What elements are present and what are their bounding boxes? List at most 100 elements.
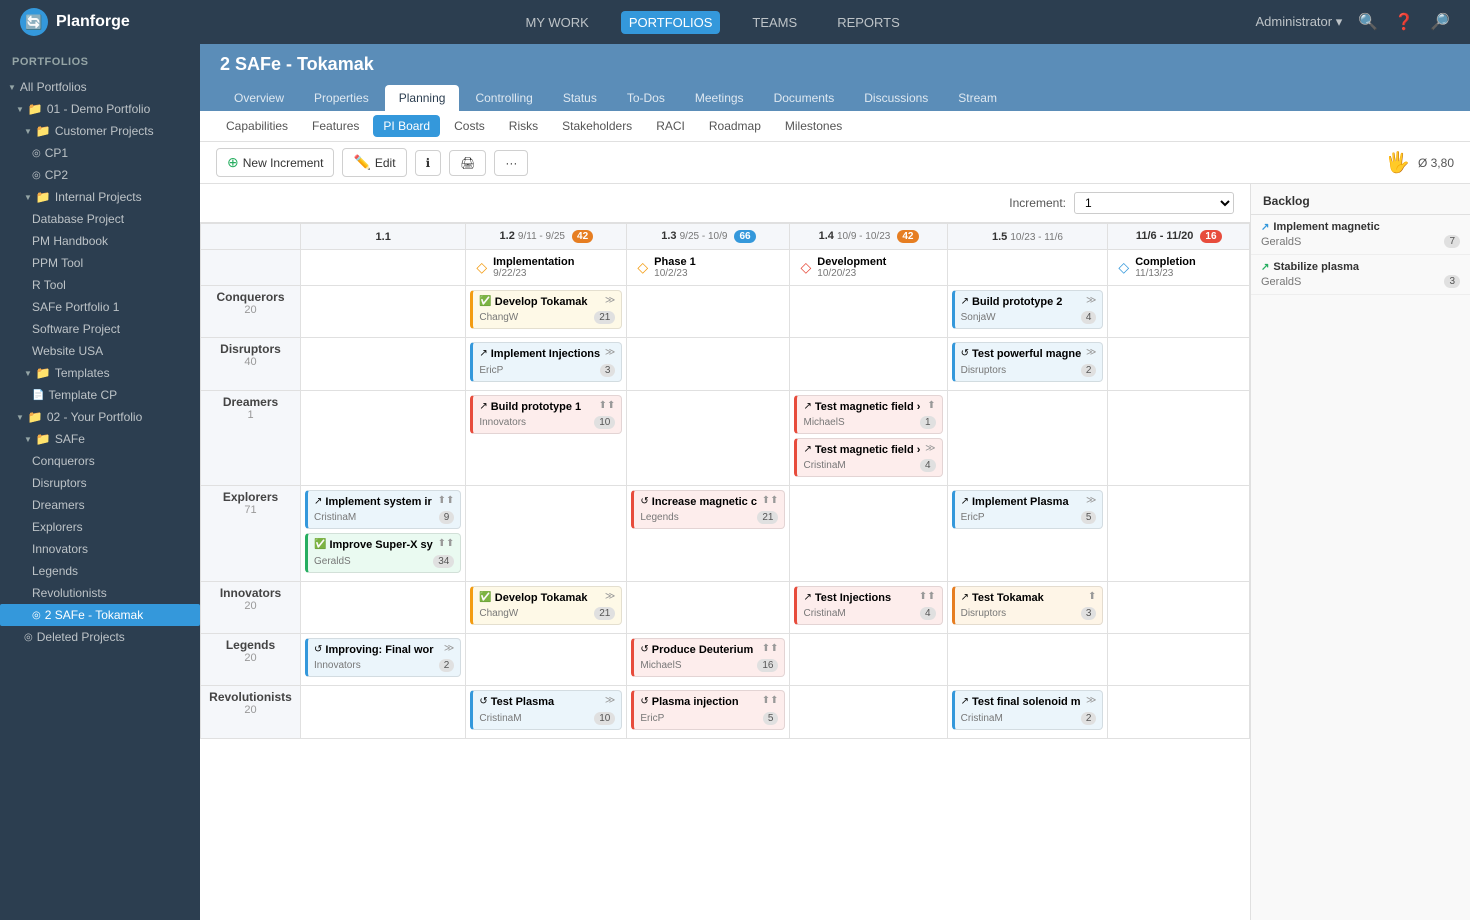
card-test-magnetic-field-1[interactable]: ↗ Test magnetic field › ⬆ MichaelS 1 [794,395,942,434]
sidebar-item-tokamak[interactable]: ◎ 2 SAFe - Tokamak [0,604,200,626]
card-test-magnetic-field-2[interactable]: ↗ Test magnetic field › ≫ CristinaM 4 [794,438,942,477]
tab-status[interactable]: Status [549,85,611,111]
card-produce-deuterium[interactable]: ↺ Produce Deuterium ⬆⬆ MichaelS 16 [631,638,785,677]
backlog-item-stabilize-plasma[interactable]: ↗ Stabilize plasma GeraldS 3 [1251,255,1470,295]
card-build-prototype1[interactable]: ↗ Build prototype 1 ⬆⬆ Innovators 10 [470,395,622,434]
sidebar-label: Customer Projects [55,124,154,138]
sidebar-item-customer-projects[interactable]: ▼ 📁 Customer Projects [0,120,200,142]
sidebar-item-r-tool[interactable]: R Tool [0,274,200,296]
sidebar-item-innovators[interactable]: Innovators [0,538,200,560]
card-develop-tokamak-conquerors[interactable]: ✅ Develop Tokamak ≫ ChangW 21 [470,290,622,329]
new-increment-button[interactable]: ⊕ New Increment [216,148,334,177]
sidebar-item-dreamers[interactable]: Dreamers [0,494,200,516]
help-icon[interactable]: ❓ [1394,12,1414,32]
settings-icon[interactable]: 🔎 [1430,12,1450,32]
tab-controlling[interactable]: Controlling [461,85,546,111]
more-button[interactable]: ··· [494,150,528,176]
card-count: 2 [439,659,455,672]
sub-tab-raci[interactable]: RACI [646,115,695,137]
user-menu[interactable]: Administrator ▾ [1256,14,1343,30]
sub-tab-capabilities[interactable]: Capabilities [216,115,298,137]
sidebar-item-database-project[interactable]: Database Project [0,208,200,230]
app-layout: PORTFOLIOS ▼ All Portfolios ▼ 📁 01 - Dem… [0,44,1470,920]
sidebar-item-cp2[interactable]: ◎ CP2 [0,164,200,186]
card-user: CristinaM [314,512,356,523]
card-test-plasma[interactable]: ↺ Test Plasma ≫ CristinaM 10 [470,690,622,729]
edit-button[interactable]: ✏️ Edit [342,148,406,177]
sidebar-label: PM Handbook [32,234,108,248]
nav-teams[interactable]: TEAMS [744,11,805,34]
sidebar-item-software-project[interactable]: Software Project [0,318,200,340]
tab-todos[interactable]: To-Dos [613,85,679,111]
sidebar-item-ppm-tool[interactable]: PPM Tool [0,252,200,274]
tab-planning[interactable]: Planning [385,85,460,111]
sub-tab-pi-board[interactable]: PI Board [373,115,440,137]
card-implement-plasma[interactable]: ↗ Implement Plasma ≫ EricP 5 [952,490,1104,529]
sidebar-item-all-portfolios[interactable]: ▼ All Portfolios [0,76,200,98]
card-test-powerful-magne[interactable]: ↺ Test powerful magne ≫ Disruptors 2 [952,342,1104,381]
nav-reports[interactable]: REPORTS [829,11,908,34]
card-icon: ✅ [479,296,491,307]
card-improve-super-x[interactable]: ✅ Improve Super-X sy ⬆⬆ GeraldS 34 [305,533,461,572]
sidebar-label: Conquerors [32,454,95,468]
sub-tab-risks[interactable]: Risks [499,115,548,137]
card-plasma-injection[interactable]: ↺ Plasma injection ⬆⬆ EricP 5 [631,690,785,729]
card-user: GeraldS [314,556,351,567]
sidebar-item-safe-portfolio[interactable]: SAFe Portfolio 1 [0,296,200,318]
sub-tab-costs[interactable]: Costs [444,115,495,137]
app-logo[interactable]: 🔄 Planforge [20,8,130,36]
card-test-final-solenoid[interactable]: ↗ Test final solenoid m ≫ CristinaM 2 [952,690,1104,729]
sidebar-item-templates[interactable]: ▼ 📁 Templates [0,362,200,384]
sidebar-item-website-usa[interactable]: Website USA [0,340,200,362]
sidebar-item-explorers[interactable]: Explorers [0,516,200,538]
sidebar-item-safe[interactable]: ▼ 📁 SAFe [0,428,200,450]
card-implement-system[interactable]: ↗ Implement system ir ⬆⬆ CristinaM 9 [305,490,461,529]
tab-overview[interactable]: Overview [220,85,298,111]
sidebar-label: Deleted Projects [37,630,125,644]
disruptors-sprint1 [301,338,466,390]
sidebar-item-demo-portfolio[interactable]: ▼ 📁 01 - Demo Portfolio [0,98,200,120]
tab-properties[interactable]: Properties [300,85,383,111]
card-arrows: ≫ [605,695,615,706]
card-icon: ↺ [640,644,648,655]
team-row-disruptors: Disruptors40 ↗ Implement Injections ≫ [201,338,1250,390]
card-build-prototype2[interactable]: ↗ Build prototype 2 ≫ SonjaW 4 [952,290,1104,329]
tab-stream[interactable]: Stream [944,85,1011,111]
tab-discussions[interactable]: Discussions [850,85,942,111]
sub-tab-milestones[interactable]: Milestones [775,115,852,137]
sidebar-item-disruptors[interactable]: Disruptors [0,472,200,494]
sidebar-item-revolutionists[interactable]: Revolutionists [0,582,200,604]
search-icon[interactable]: 🔍 [1358,12,1378,32]
card-count: 2 [1081,364,1097,377]
card-implement-injections[interactable]: ↗ Implement Injections ≫ EricP 3 [470,342,622,381]
nav-portfolios[interactable]: PORTFOLIOS [621,11,721,34]
card-user: Innovators [479,417,526,428]
sidebar-item-pm-handbook[interactable]: PM Handbook [0,230,200,252]
sidebar-item-conquerors[interactable]: Conquerors [0,450,200,472]
backlog-item-implement-magnetic[interactable]: ↗ Implement magnetic GeraldS 7 [1251,215,1470,255]
milestone-date: 10/20/23 [817,268,886,279]
sidebar-item-cp1[interactable]: ◎ CP1 [0,142,200,164]
card-icon: ↺ [640,496,648,507]
sub-tab-stakeholders[interactable]: Stakeholders [552,115,642,137]
sidebar-item-your-portfolio[interactable]: ▼ 📁 02 - Your Portfolio [0,406,200,428]
sidebar-item-internal-projects[interactable]: ▼ 📁 Internal Projects [0,186,200,208]
explorers-sprint6 [1108,486,1250,582]
sub-tab-roadmap[interactable]: Roadmap [699,115,771,137]
card-test-injections[interactable]: ↗ Test Injections ⬆⬆ CristinaM 4 [794,586,942,625]
card-improving-final[interactable]: ↺ Improving: Final wor ≫ Innovators 2 [305,638,461,677]
tab-meetings[interactable]: Meetings [681,85,758,111]
increment-select[interactable]: 1 [1074,192,1234,214]
sidebar-item-deleted-projects[interactable]: ◎ Deleted Projects [0,626,200,648]
tab-documents[interactable]: Documents [760,85,849,111]
print-button[interactable]: 🖨 [449,150,486,176]
sidebar-item-template-cp[interactable]: 📄 Template CP [0,384,200,406]
card-develop-tokamak-innovators[interactable]: ✅ Develop Tokamak ≫ ChangW 21 [470,586,622,625]
info-button[interactable]: ℹ [415,150,442,176]
sidebar-item-legends[interactable]: Legends [0,560,200,582]
sub-tab-features[interactable]: Features [302,115,369,137]
card-test-tokamak[interactable]: ↗ Test Tokamak ⬆ Disruptors 3 [952,586,1104,625]
conquerors-sprint2: ✅ Develop Tokamak ≫ ChangW 21 [466,286,627,338]
nav-my-work[interactable]: MY WORK [518,11,597,34]
card-increase-magnetic[interactable]: ↺ Increase magnetic c ⬆⬆ Legends 21 [631,490,785,529]
